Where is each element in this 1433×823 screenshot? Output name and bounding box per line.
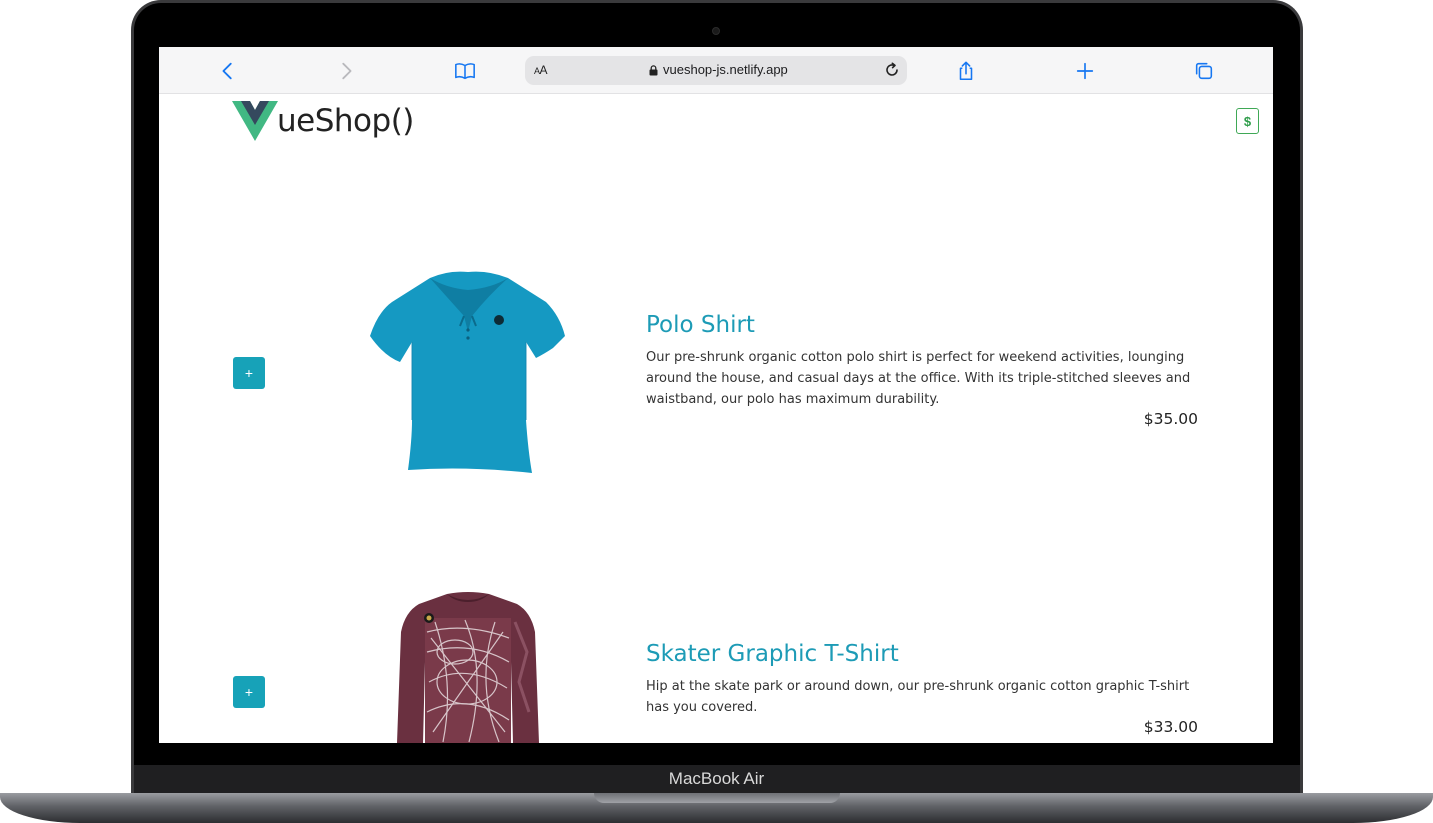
browser-screen: AA vueshop-js.netlify.app ueShop() $ + P… <box>159 47 1273 743</box>
book-icon[interactable] <box>453 59 477 83</box>
product-title[interactable]: Skater Graphic T-Shirt <box>646 641 899 667</box>
share-icon[interactable] <box>954 59 978 83</box>
lock-icon <box>649 64 658 76</box>
camera <box>712 27 720 35</box>
product-description: Hip at the skate park or around down, ou… <box>646 679 1190 715</box>
chevron-left-icon[interactable] <box>216 59 240 83</box>
browser-toolbar: AA vueshop-js.netlify.app <box>159 47 1273 94</box>
logo-text: ueShop() <box>277 103 414 139</box>
polo-shirt-image <box>370 271 565 473</box>
reload-icon[interactable] <box>883 61 901 79</box>
address-bar[interactable]: AA vueshop-js.netlify.app <box>525 56 907 85</box>
laptop-frame: AA vueshop-js.netlify.app ueShop() $ + P… <box>0 0 1433 823</box>
site-logo[interactable]: ueShop() <box>232 101 414 141</box>
product-title[interactable]: Polo Shirt <box>646 312 755 338</box>
tabs-icon[interactable] <box>1192 59 1216 83</box>
product-price: $33.00 <box>1143 718 1198 736</box>
text-size-button[interactable]: AA <box>534 63 548 77</box>
model-label: MacBook Air <box>668 769 765 788</box>
chevron-right-icon[interactable] <box>334 59 358 83</box>
cart-button[interactable]: $ <box>1236 108 1259 134</box>
skater-tshirt-image <box>397 592 539 743</box>
add-to-cart-button[interactable]: + <box>233 357 265 389</box>
url-display[interactable]: vueshop-js.netlify.app <box>649 62 788 77</box>
product-price: $35.00 <box>1143 410 1198 428</box>
plus-icon[interactable] <box>1073 59 1097 83</box>
laptop-hinge-notch <box>594 793 840 803</box>
url-text: vueshop-js.netlify.app <box>663 62 788 77</box>
vue-logo-icon <box>232 101 278 141</box>
product-description: Our pre-shrunk organic cotton polo shirt… <box>646 350 1191 407</box>
add-to-cart-button[interactable]: + <box>233 676 265 708</box>
